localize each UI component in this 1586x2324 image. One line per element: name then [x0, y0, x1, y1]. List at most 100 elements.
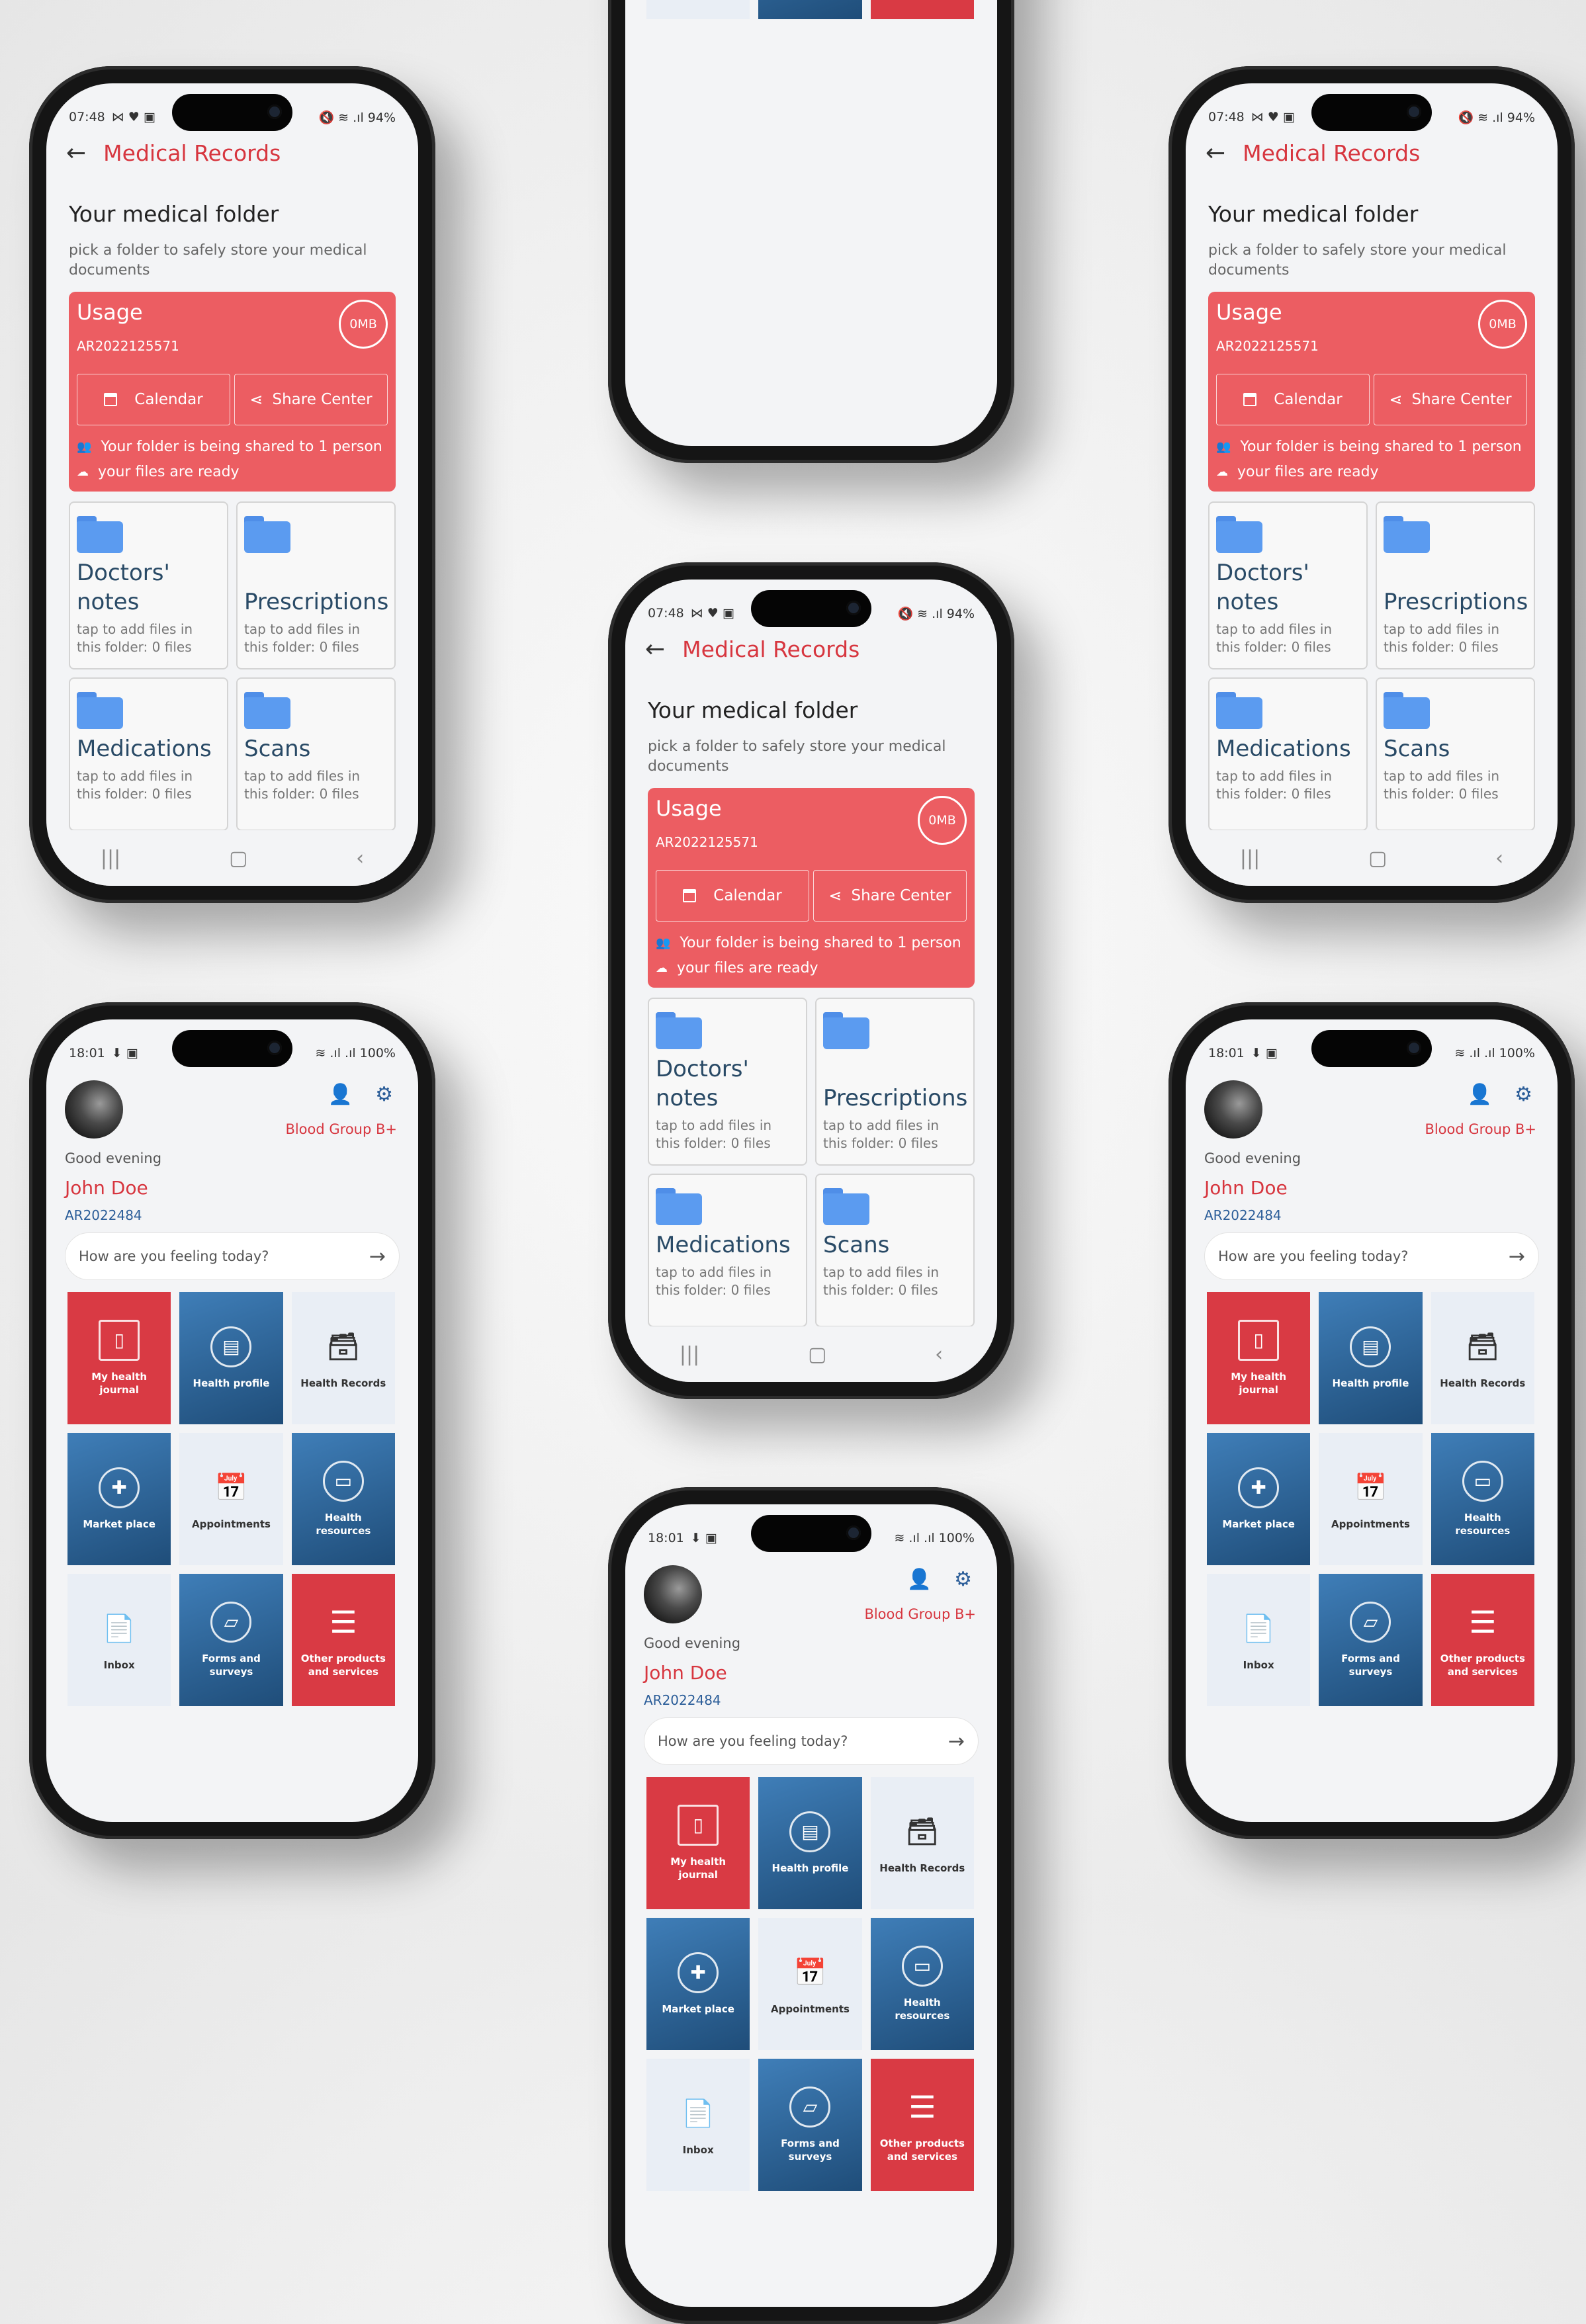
folder-card[interactable]: Doctors' notes tap to add files in this f…	[1208, 501, 1368, 669]
feature-tile[interactable]: 📄Inbox	[67, 1574, 171, 1706]
feature-tile[interactable]: ▭ Health resources	[291, 1433, 395, 1565]
files-status: ☁ your files are ready	[656, 960, 818, 976]
mood-input[interactable]: How are you feeling today? →	[644, 1717, 979, 1765]
user-id: AR2022484	[65, 1207, 142, 1223]
calendar-icon: 📅	[793, 1958, 827, 1988]
feature-tile[interactable]: ✚ Market place	[646, 1918, 750, 2050]
user-search-icon[interactable]: 👤	[328, 1083, 353, 1106]
feature-tile[interactable]: ▱Forms and surveys	[758, 2059, 862, 2191]
folder-icon	[244, 516, 290, 553]
share-center-button[interactable]: ⋖ Share Center	[1374, 374, 1527, 425]
feature-tile[interactable]: ▱Forms and surveys	[1319, 1574, 1423, 1706]
folder-card[interactable]: Prescriptions tap to add files in this fo…	[236, 501, 396, 669]
feature-tile[interactable]: 📄Inbox	[646, 0, 750, 19]
share-center-button[interactable]: ⋖ Share Center	[813, 870, 967, 922]
status-right: 🔇 ≋ .ıl 94%	[1458, 110, 1535, 125]
arrow-right-icon[interactable]: →	[369, 1245, 386, 1268]
feature-tile[interactable]: ▱Forms and surveys	[179, 1574, 283, 1706]
feature-tile[interactable]: ▭ Health resources	[1431, 1433, 1534, 1565]
feature-tile[interactable]: ▤ Health profile	[758, 1777, 862, 1909]
recents-icon[interactable]: |||	[101, 847, 120, 870]
folder-card[interactable]: Prescriptions tap to add files in this fo…	[1376, 501, 1535, 669]
folder-card[interactable]: Medications tap to add files in this fold…	[69, 677, 228, 831]
feature-tile[interactable]: ☰Other products and services	[291, 1574, 395, 1706]
avatar[interactable]	[1204, 1080, 1262, 1139]
tile-label: Health resources	[1455, 1512, 1511, 1537]
back-arrow-icon[interactable]: ←	[66, 141, 86, 165]
home-icon[interactable]: ▢	[1368, 847, 1387, 870]
feature-tile[interactable]: 📅 Appointments	[1319, 1433, 1423, 1565]
folder-hint: tap to add files in this folder: 0 files	[1384, 621, 1500, 655]
status-left: 18:01 ⬇ ▣	[1208, 1046, 1278, 1066]
back-icon[interactable]: ‹	[1495, 847, 1503, 870]
feature-tile[interactable]: 🗃 Health Records	[870, 1777, 974, 1909]
system-nav-bar: ||| ▢ ‹	[1186, 830, 1558, 886]
calendar-button[interactable]: Calendar	[77, 374, 230, 425]
folder-card[interactable]: Scans tap to add files in this folder: 0 …	[815, 1174, 975, 1327]
folder-card[interactable]: Medications tap to add files in this fold…	[1208, 677, 1368, 831]
tile-label: Appointments	[1331, 1518, 1410, 1530]
feature-tile[interactable]: ▯ My health journal	[1207, 1292, 1311, 1424]
tile-label: Health resources	[316, 1512, 371, 1537]
recents-icon[interactable]: |||	[1240, 847, 1260, 870]
feature-tile[interactable]: ☰Other products and services	[870, 2059, 974, 2191]
tile-label: Health profile	[771, 1862, 849, 1874]
feature-tile[interactable]: 📄Inbox	[646, 2059, 750, 2191]
feature-tile[interactable]: 🗃 Health Records	[291, 1292, 395, 1424]
files-status: ☁ your files are ready	[1216, 464, 1379, 480]
feature-tile[interactable]: ✚ Market place	[1207, 1433, 1311, 1565]
arrow-right-icon[interactable]: →	[948, 1730, 965, 1753]
feature-tile[interactable]: 📅 Appointments	[758, 1918, 862, 2050]
folder-card[interactable]: Scans tap to add files in this folder: 0 …	[236, 677, 396, 831]
folder-hint: tap to add files in this folder: 0 files	[1384, 768, 1500, 802]
avatar[interactable]	[65, 1080, 123, 1139]
feature-tile[interactable]: ☰Other products and services	[1431, 1574, 1534, 1706]
folder-card[interactable]: Prescriptions tap to add files in this fo…	[815, 998, 975, 1166]
feature-tile[interactable]: ▭ Health resources	[870, 1918, 974, 2050]
feature-tile[interactable]: ☰Other products and services	[870, 0, 974, 19]
usage-card: Usage AR2022125571 0MB Calendar ⋖ Share Cente…	[648, 788, 975, 988]
recents-icon[interactable]: |||	[680, 1343, 699, 1366]
gear-icon[interactable]: ⚙	[375, 1083, 393, 1106]
folder-card[interactable]: Medications tap to add files in this fold…	[648, 1174, 807, 1327]
back-icon[interactable]: ‹	[356, 847, 364, 870]
camera-notch	[751, 1515, 871, 1552]
system-nav-bar: ||| ▢ ‹	[46, 830, 418, 886]
mood-input[interactable]: How are you feeling today? →	[1204, 1232, 1539, 1280]
gear-icon[interactable]: ⚙	[1515, 1083, 1532, 1106]
home-icon[interactable]: ▢	[229, 847, 247, 870]
user-search-icon[interactable]: 👤	[1468, 1083, 1492, 1106]
feature-tile[interactable]: ✚ Market place	[67, 1433, 171, 1565]
folder-hint: tap to add files in this folder: 0 files	[656, 1117, 772, 1151]
folder-card[interactable]: Doctors' notes tap to add files in this f…	[69, 501, 228, 669]
folder-card[interactable]: Scans tap to add files in this folder: 0 …	[1376, 677, 1535, 831]
folder-hint: tap to add files in this folder: 0 files	[244, 768, 361, 802]
notebook-icon: ▯	[99, 1320, 140, 1361]
feature-tile[interactable]: ▤ Health profile	[1319, 1292, 1423, 1424]
share-center-button[interactable]: ⋖ Share Center	[234, 374, 388, 425]
feature-tile[interactable]: ▯ My health journal	[646, 1777, 750, 1909]
calendar-button[interactable]: Calendar	[1216, 374, 1370, 425]
back-icon[interactable]: ‹	[935, 1343, 943, 1366]
home-icon[interactable]: ▢	[808, 1343, 826, 1366]
feature-tile[interactable]: 🗃 Health Records	[1431, 1292, 1534, 1424]
calendar-button[interactable]: Calendar	[656, 870, 809, 922]
arrow-right-icon[interactable]: →	[1509, 1245, 1525, 1268]
folder-card[interactable]: Doctors' notes tap to add files in this f…	[648, 998, 807, 1166]
blood-group: Blood Group B+	[864, 1606, 976, 1622]
feature-tile[interactable]: ▱Forms and surveys	[758, 0, 862, 19]
usage-id: AR2022125571	[1216, 338, 1319, 354]
user-search-icon[interactable]: 👤	[907, 1568, 932, 1591]
feature-tile[interactable]: 📅 Appointments	[179, 1433, 283, 1565]
mood-input[interactable]: How are you feeling today? →	[65, 1232, 400, 1280]
back-arrow-icon[interactable]: ←	[645, 637, 665, 662]
tile-label: Health profile	[1332, 1377, 1409, 1389]
files-status: ☁ your files are ready	[77, 464, 240, 480]
feature-tile[interactable]: ▯ My health journal	[67, 1292, 171, 1424]
phone-screen: 07:48 ⋈ ♥ ▣ 🔇 ≋ .ıl 94% ← Medical Records You…	[625, 580, 997, 1382]
feature-tile[interactable]: ▤ Health profile	[179, 1292, 283, 1424]
feature-tile[interactable]: 📄Inbox	[1207, 1574, 1311, 1706]
gear-icon[interactable]: ⚙	[954, 1568, 972, 1591]
avatar[interactable]	[644, 1565, 702, 1623]
back-arrow-icon[interactable]: ←	[1206, 141, 1225, 165]
